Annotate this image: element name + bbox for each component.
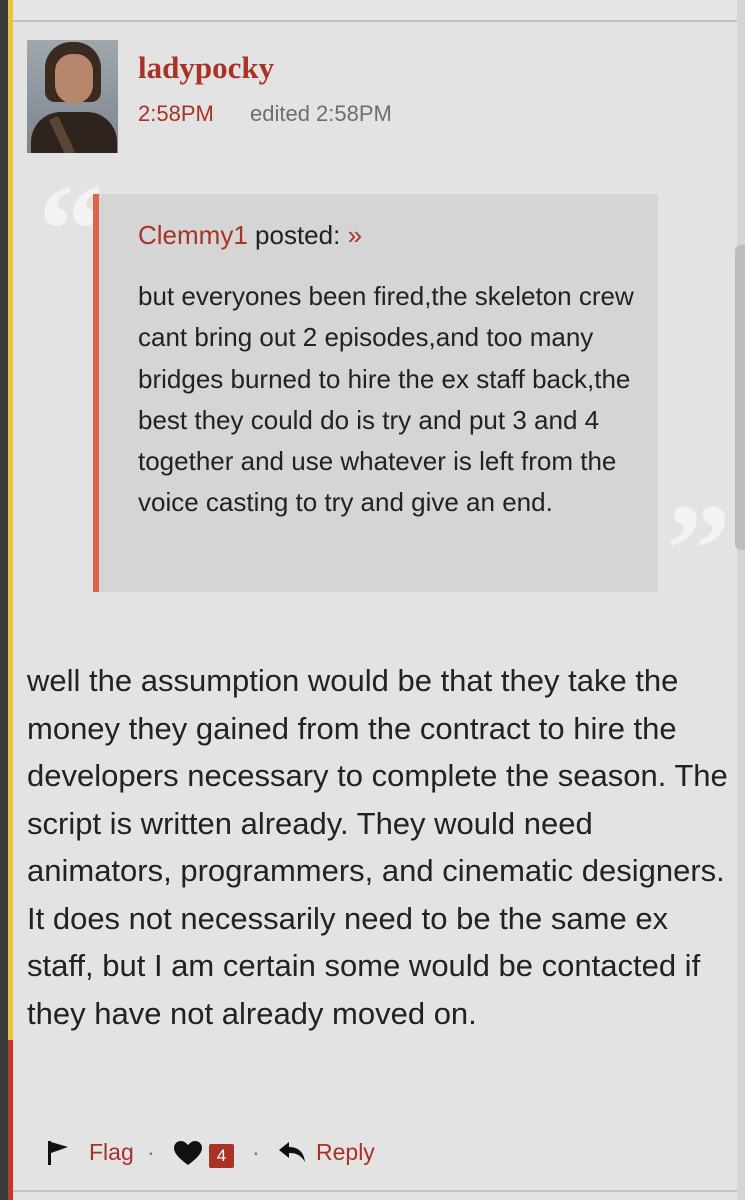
quote-author-link[interactable]: Clemmy1 [138, 220, 248, 250]
quote-header: Clemmy1 posted: » [138, 220, 362, 251]
edited-indicator: edited 2:58PM [250, 101, 392, 126]
username-link[interactable]: ladypocky [138, 50, 274, 86]
left-accent-bar [8, 0, 13, 1200]
post-divider-top [13, 20, 737, 22]
left-edge-bar [0, 0, 8, 1200]
post-divider-bottom [13, 1190, 737, 1192]
flag-button[interactable]: Flag [89, 1139, 134, 1166]
action-separator: · [252, 1139, 260, 1165]
reply-button[interactable]: Reply [316, 1139, 375, 1166]
quote-text: but everyones been fired,the skeleton cr… [138, 281, 634, 518]
quote-jump-link[interactable]: » [348, 220, 362, 250]
heart-icon[interactable] [173, 1140, 203, 1166]
like-count-badge[interactable]: 4 [209, 1144, 234, 1168]
post-body-text: well the assumption would be that they t… [27, 663, 728, 1031]
blockquote: Clemmy1 posted: » but everyones been fir… [93, 194, 658, 592]
action-separator: · [147, 1139, 155, 1165]
scrollbar-thumb[interactable] [735, 245, 745, 550]
post-timestamp[interactable]: 2:58PM [138, 101, 214, 127]
close-quote-glyph: ” [666, 478, 731, 622]
previous-post-edge [13, 0, 737, 22]
reply-icon[interactable] [278, 1140, 306, 1164]
quote-posted-label: posted: [255, 220, 341, 250]
left-accent-bar-red [8, 1040, 13, 1200]
flag-icon[interactable] [46, 1140, 72, 1166]
right-edge [737, 0, 745, 1200]
avatar[interactable] [27, 40, 118, 153]
